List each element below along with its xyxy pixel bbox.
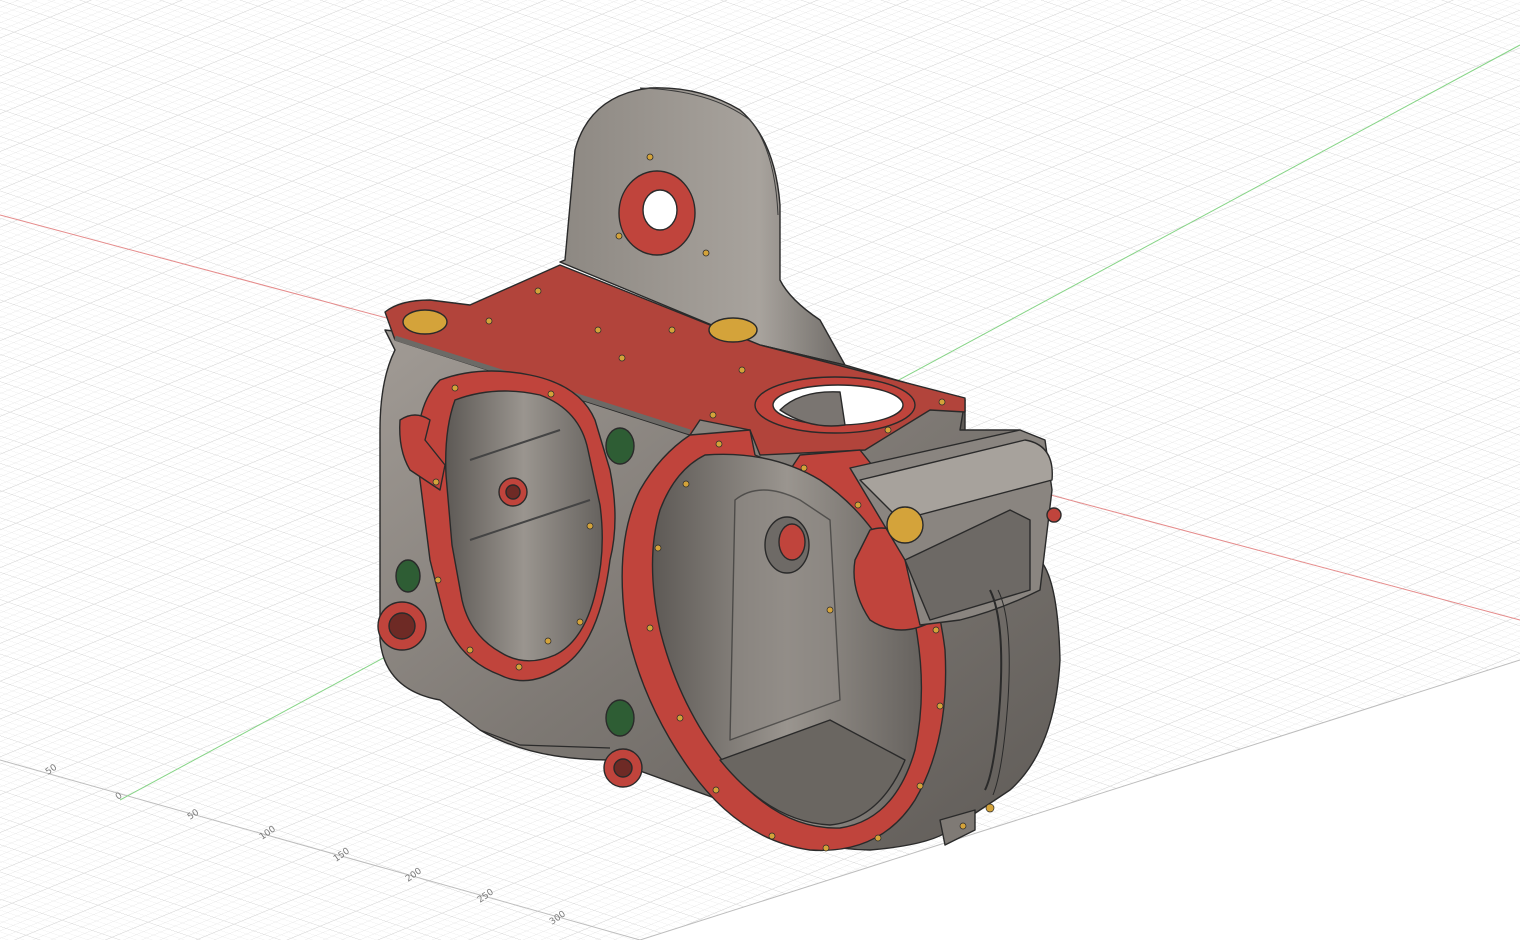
- 3d-viewport[interactable]: 50 0 50 100 150 200 250 300: [0, 0, 1520, 941]
